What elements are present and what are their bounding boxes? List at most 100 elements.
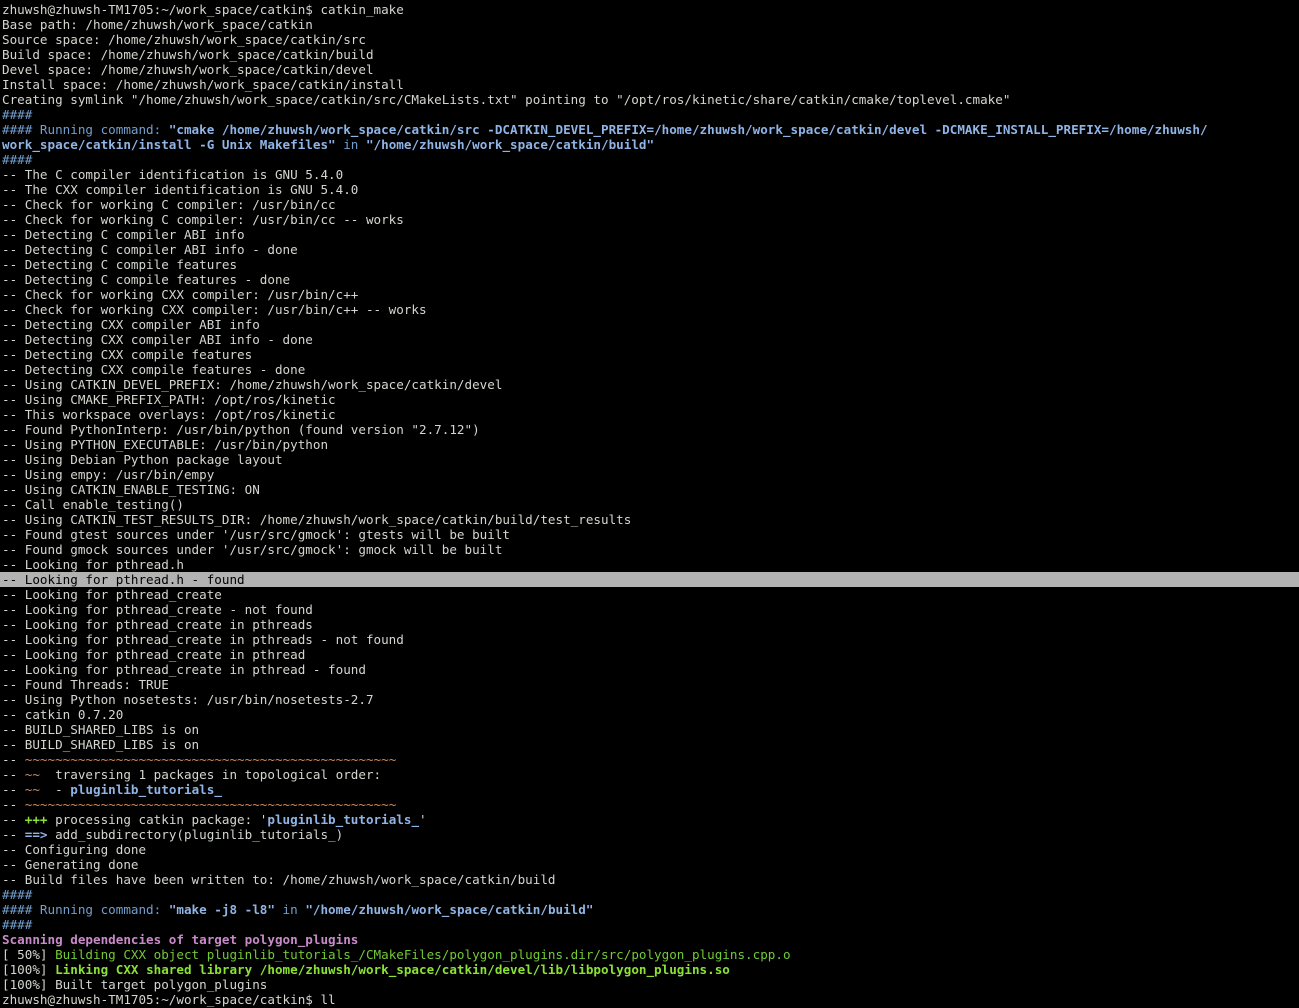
terminal-line: -- Using CMAKE_PREFIX_PATH: /opt/ros/kin… xyxy=(2,392,1299,407)
terminal-text: Source space: /home/zhuwsh/work_space/ca… xyxy=(2,32,366,47)
terminal-line: -- Detecting CXX compile features - done xyxy=(2,362,1299,377)
terminal-text: -- Looking for pthread_create xyxy=(2,587,222,602)
terminal-text: -- Using CATKIN_TEST_RESULTS_DIR: /home/… xyxy=(2,512,632,527)
terminal-line: -- Looking for pthread_create in pthread xyxy=(2,647,1299,662)
terminal-text: -- Detecting C compile features xyxy=(2,257,238,272)
terminal-line: -- ==> add_subdirectory(pluginlib_tutori… xyxy=(2,827,1299,842)
terminal-text: -- Check for working C compiler: /usr/bi… xyxy=(2,197,336,212)
terminal-text: -- Generating done xyxy=(2,857,139,872)
terminal-text: +++ xyxy=(24,812,48,827)
terminal-text: -- Using CATKIN_ENABLE_TESTING: ON xyxy=(2,482,260,497)
terminal-text: add_subdirectory(pluginlib_tutorials_) xyxy=(47,827,344,842)
terminal-text: -- Check for working CXX compiler: /usr/… xyxy=(2,302,427,317)
terminal-line-highlighted: -- Looking for pthread.h - found xyxy=(0,572,1299,587)
terminal-text: -- Using CMAKE_PREFIX_PATH: /opt/ros/kin… xyxy=(2,392,336,407)
terminal-line: -- Detecting C compile features - done xyxy=(2,272,1299,287)
terminal-text: Building CXX object pluginlib_tutorials_… xyxy=(55,947,791,962)
terminal-line: -- Check for working C compiler: /usr/bi… xyxy=(2,212,1299,227)
terminal-line: -- Detecting CXX compiler ABI info - don… xyxy=(2,332,1299,347)
terminal-line: #### xyxy=(2,917,1299,932)
terminal-text: Build space: /home/zhuwsh/work_space/cat… xyxy=(2,47,374,62)
terminal-line: -- The CXX compiler identification is GN… xyxy=(2,182,1299,197)
terminal-text: -- Found gtest sources under '/usr/src/g… xyxy=(2,527,510,542)
terminal-line: work_space/catkin/install -G Unix Makefi… xyxy=(2,137,1299,152)
terminal-text: -- xyxy=(2,812,25,827)
terminal-text: [100%] xyxy=(2,962,56,977)
terminal-text: work_space/catkin/install -G Unix Makefi… xyxy=(2,137,336,152)
terminal-line: -- Using CATKIN_TEST_RESULTS_DIR: /home/… xyxy=(2,512,1299,527)
terminal-text: ~~ xyxy=(24,767,40,782)
terminal-line: -- Using empy: /usr/bin/empy xyxy=(2,467,1299,482)
terminal-text: "/home/zhuwsh/work_space/catkin/build" xyxy=(305,902,594,917)
terminal-text: Devel space: /home/zhuwsh/work_space/cat… xyxy=(2,62,374,77)
terminal-text: -- Detecting CXX compile features - done xyxy=(2,362,306,377)
terminal-line: -- Generating done xyxy=(2,857,1299,872)
terminal-line: -- Detecting CXX compile features xyxy=(2,347,1299,362)
terminal-text: Creating symlink "/home/zhuwsh/work_spac… xyxy=(2,92,1011,107)
terminal-line: -- Using Debian Python package layout xyxy=(2,452,1299,467)
terminal-text: pluginlib_tutorials_ xyxy=(267,812,420,827)
terminal-text: -- Check for working C compiler: /usr/bi… xyxy=(2,212,404,227)
terminal-line: #### Running command: "make -j8 -l8" in … xyxy=(2,902,1299,917)
terminal-text: "make -j8 -l8" xyxy=(168,902,275,917)
terminal-line: -- Using CATKIN_DEVEL_PREFIX: /home/zhuw… xyxy=(2,377,1299,392)
terminal-line: -- ~~~~~~~~~~~~~~~~~~~~~~~~~~~~~~~~~~~~~… xyxy=(2,797,1299,812)
terminal-text: #### xyxy=(2,107,33,122)
terminal-line: -- ~~ traversing 1 packages in topologic… xyxy=(2,767,1299,782)
terminal-text: in xyxy=(274,902,306,917)
terminal-text: -- Looking for pthread_create in pthread xyxy=(2,647,306,662)
terminal-text: -- The C compiler identification is GNU … xyxy=(2,167,344,182)
terminal-line: #### xyxy=(2,107,1299,122)
terminal-line: -- Found gmock sources under '/usr/src/g… xyxy=(2,542,1299,557)
terminal-line: -- Check for working CXX compiler: /usr/… xyxy=(2,302,1299,317)
terminal-text: -- xyxy=(2,752,25,767)
terminal-text: "/home/zhuwsh/work_space/catkin/build" xyxy=(365,137,655,152)
terminal-line: -- Found gtest sources under '/usr/src/g… xyxy=(2,527,1299,542)
terminal-line: -- ~~ - pluginlib_tutorials_ xyxy=(2,782,1299,797)
terminal-line: Build space: /home/zhuwsh/work_space/cat… xyxy=(2,47,1299,62)
terminal-line: -- +++ processing catkin package: 'plugi… xyxy=(2,812,1299,827)
terminal-line: -- This workspace overlays: /opt/ros/kin… xyxy=(2,407,1299,422)
terminal-text: zhuwsh@zhuwsh-TM1705:~/work_space/catkin… xyxy=(2,992,336,1007)
terminal-text: -- Found gmock sources under '/usr/src/g… xyxy=(2,542,503,557)
terminal-text: Scanning dependencies of target polygon_… xyxy=(2,932,359,947)
terminal-line: -- Looking for pthread_create - not foun… xyxy=(2,602,1299,617)
terminal-text: -- BUILD_SHARED_LIBS is on xyxy=(2,722,200,737)
terminal-text: #### xyxy=(2,152,33,167)
terminal-text: -- Check for working CXX compiler: /usr/… xyxy=(2,287,359,302)
terminal-text: in xyxy=(335,137,366,152)
terminal-text: #### Running command: xyxy=(2,122,169,137)
terminal-text: -- Detecting CXX compiler ABI info - don… xyxy=(2,332,313,347)
terminal-line: -- Looking for pthread.h xyxy=(2,557,1299,572)
terminal-line: -- ~~~~~~~~~~~~~~~~~~~~~~~~~~~~~~~~~~~~~… xyxy=(2,752,1299,767)
terminal-text: -- Looking for pthread.h - found xyxy=(2,572,245,587)
terminal-line: -- Detecting CXX compiler ABI info xyxy=(2,317,1299,332)
terminal-text: -- Call enable_testing() xyxy=(2,497,184,512)
terminal-line: #### xyxy=(2,152,1299,167)
terminal-window[interactable]: zhuwsh@zhuwsh-TM1705:~/work_space/catkin… xyxy=(0,0,1299,1008)
terminal-text: Linking CXX shared library /home/zhuwsh/… xyxy=(55,962,730,977)
terminal-text: ~~~~~~~~~~~~~~~~~~~~~~~~~~~~~~~~~~~~~~~~… xyxy=(24,752,397,767)
terminal-line: [100%] Linking CXX shared library /home/… xyxy=(2,962,1299,977)
terminal-line: [ 50%] Building CXX object pluginlib_tut… xyxy=(2,947,1299,962)
terminal-line: -- Detecting C compile features xyxy=(2,257,1299,272)
terminal-text: #### xyxy=(2,917,33,932)
terminal-line: -- Check for working C compiler: /usr/bi… xyxy=(2,197,1299,212)
terminal-text: ~~ xyxy=(24,782,40,797)
terminal-text: -- Detecting CXX compiler ABI info xyxy=(2,317,260,332)
terminal-text: -- Detecting C compiler ABI info - done xyxy=(2,242,298,257)
terminal-text: -- Configuring done xyxy=(2,842,147,857)
terminal-line: -- BUILD_SHARED_LIBS is on xyxy=(2,722,1299,737)
terminal-text: -- Detecting C compile features - done xyxy=(2,272,291,287)
terminal-line: -- Build files have been written to: /ho… xyxy=(2,872,1299,887)
terminal-text: -- Looking for pthread_create in pthread… xyxy=(2,617,313,632)
terminal-text: [100%] Built target polygon_plugins xyxy=(2,977,268,992)
terminal-line: -- Using PYTHON_EXECUTABLE: /usr/bin/pyt… xyxy=(2,437,1299,452)
terminal-text: -- Looking for pthread_create - not foun… xyxy=(2,602,313,617)
terminal-text: -- This workspace overlays: /opt/ros/kin… xyxy=(2,407,336,422)
terminal-line: -- Found PythonInterp: /usr/bin/python (… xyxy=(2,422,1299,437)
terminal-line: Devel space: /home/zhuwsh/work_space/cat… xyxy=(2,62,1299,77)
terminal-text: ~~~~~~~~~~~~~~~~~~~~~~~~~~~~~~~~~~~~~~~~… xyxy=(24,797,397,812)
terminal-line: -- Call enable_testing() xyxy=(2,497,1299,512)
terminal-text: - xyxy=(39,782,71,797)
